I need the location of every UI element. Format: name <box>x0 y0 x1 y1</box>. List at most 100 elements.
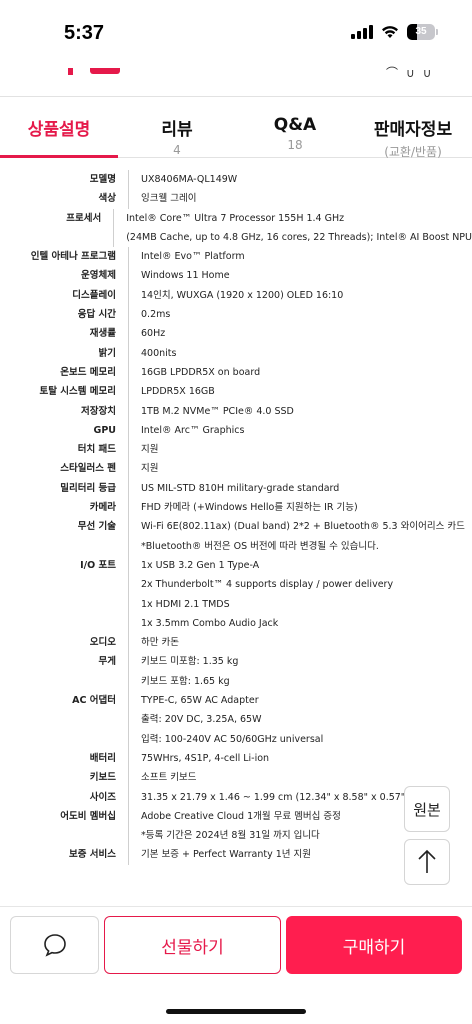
spec-values: 지원 <box>128 440 158 460</box>
spec-values: Wi-Fi 6E(802.11ax) (Dual band) 2*2 + Blu… <box>128 517 465 556</box>
spec-values: LPDDR5X 16GB <box>128 382 215 402</box>
brand-logo <box>68 68 120 75</box>
tab-label: Q&A <box>273 115 317 135</box>
spec-label: 프로세서 <box>66 212 102 224</box>
spec-values: 31.35 x 21.79 x 1.46 ~ 1.99 cm (12.34" x… <box>128 787 449 807</box>
scroll-top-button[interactable] <box>404 839 450 885</box>
spec-value: TYPE-C, 65W AC Adapter <box>141 695 259 707</box>
spec-label: 사이즈 <box>89 791 116 803</box>
spec-row: AC 어댑터 TYPE-C, 65W AC Adapter 출력: 20V DC, … <box>0 691 472 749</box>
spec-values: 60Hz <box>128 324 165 344</box>
battery-icon: 35 <box>407 24 438 40</box>
spec-values: US MIL-STD 810H military-grade standard <box>128 478 340 499</box>
spec-label: 배터리 <box>89 752 116 764</box>
header-remnant: ⌒∪∪ <box>0 62 472 96</box>
spec-values: 1x USB 3.2 Gen 1 Type-A 2x Thunderbolt™ 4… <box>128 555 394 634</box>
spec-value: 소프트 키보드 <box>141 772 197 784</box>
spec-value: US MIL-STD 810H military-grade standard <box>141 482 340 494</box>
chat-button[interactable] <box>10 916 99 974</box>
spec-values: FHD 카메라 (+Windows Hello를 지원하는 IR 기능) <box>128 498 358 518</box>
status-time: 5:37 <box>64 22 105 44</box>
search-icon[interactable]: ⌒ <box>386 66 406 80</box>
spec-label: 오디오 <box>89 637 116 649</box>
spec-values: 키보드 미포함: 1.35 kg 키보드 포함: 1.65 kg <box>128 652 238 692</box>
spec-label: 스타일러스 펜 <box>60 463 116 475</box>
spec-value: 16GB LPDDR5X on board <box>141 366 261 378</box>
spec-label: 색상 <box>98 193 116 205</box>
spec-value: Wi-Fi 6E(802.11ax) (Dual band) 2*2 + Blu… <box>141 521 465 533</box>
cart-icon[interactable]: ∪∪ <box>406 66 440 80</box>
spec-row: 모델명 UX8406MA-QL149W <box>0 170 472 190</box>
spec-row: 사이즈 31.35 x 21.79 x 1.46 ~ 1.99 cm (12.34… <box>0 787 472 807</box>
spec-row: 어도비 멤버십 Adobe Creative Cloud 1개월 무료 멤버십 증… <box>0 806 472 846</box>
spec-values: Intel® Evo™ Platform <box>128 247 245 267</box>
spec-row: 밝기 400nits <box>0 343 472 363</box>
spec-row: GPU Intel® Arc™ Graphics <box>0 420 472 441</box>
tab-description[interactable]: 상품설명 <box>0 97 118 158</box>
spec-value: 잉크웰 그레이 <box>141 193 197 205</box>
spec-label: GPU <box>93 424 116 436</box>
spec-value: Intel® Core™ Ultra 7 Processor 155H 1.4 … <box>126 212 345 224</box>
spec-value: LPDDR5X 16GB <box>141 386 215 398</box>
spec-label: 키보드 <box>89 772 116 784</box>
spec-value: 14인치, WUXGA (1920 x 1200) OLED 16:10 <box>141 289 344 301</box>
tab-label: 리뷰 <box>161 120 193 140</box>
spec-row: 카메라 FHD 카메라 (+Windows Hello를 지원하는 IR 기능) <box>0 498 472 518</box>
spec-value: 75WHrs, 4S1P, 4-cell Li-ion <box>141 752 270 764</box>
spec-value: 기본 보증 + Perfect Warranty 1년 지원 <box>141 849 312 861</box>
spec-value: Intel® Arc™ Graphics <box>141 424 245 436</box>
tab-reviews[interactable]: 리뷰 4 <box>118 97 236 157</box>
spec-values: 기본 보증 + Perfect Warranty 1년 지원 <box>128 845 312 865</box>
chat-bubble-icon <box>43 934 66 957</box>
spec-row: 운영체제 Windows 11 Home <box>0 266 472 286</box>
spec-label: 온보드 메모리 <box>60 366 116 378</box>
header-icons[interactable]: ⌒∪∪ <box>386 64 440 81</box>
spec-row: 밀리터리 등급 US MIL-STD 810H military-grade st… <box>0 478 472 499</box>
tab-qna[interactable]: Q&A 18 <box>236 97 354 157</box>
spec-label: 응답 시간 <box>77 309 116 321</box>
spec-label: 토탈 시스템 메모리 <box>39 386 116 398</box>
spec-value: 1x 3.5mm Combo Audio Jack <box>141 617 279 629</box>
spec-value: 출력: 20V DC, 3.25A, 65W <box>141 714 262 726</box>
spec-row: 무게 키보드 미포함: 1.35 kg 키보드 포함: 1.65 kg <box>0 652 472 692</box>
spec-row: 저장장치 1TB M.2 NVMe™ PCIe® 4.0 SSD <box>0 401 472 421</box>
spec-values: 400nits <box>128 343 176 363</box>
spec-value: 지원 <box>141 463 159 475</box>
spec-label: AC 어댑터 <box>72 695 116 707</box>
spec-value: 31.35 x 21.79 x 1.46 ~ 1.99 cm (12.34" x… <box>141 791 449 803</box>
gift-button[interactable]: 선물하기 <box>104 916 281 974</box>
tab-count: 4 <box>173 143 181 157</box>
spec-value: 0.2ms <box>141 309 171 321</box>
spec-values: Intel® Arc™ Graphics <box>128 420 245 441</box>
spec-row: 키보드 소프트 키보드 <box>0 768 472 788</box>
spec-table: 모델명 UX8406MA-QL149W 색상 잉크웰 그레이프로세서 Intel® Co… <box>0 170 472 865</box>
buy-button[interactable]: 구매하기 <box>286 916 462 974</box>
spec-values: 하만 카돈 <box>128 633 179 653</box>
spec-values: 16GB LPDDR5X on board <box>128 362 261 383</box>
tab-seller-info[interactable]: 판매자정보 (교환/반품) <box>354 97 472 159</box>
spec-label: I/O 포트 <box>80 559 116 571</box>
spec-values: TYPE-C, 65W AC Adapter 출력: 20V DC, 3.25A,… <box>128 691 323 749</box>
spec-row: 응답 시간 0.2ms <box>0 305 472 325</box>
spec-values: 1TB M.2 NVMe™ PCIe® 4.0 SSD <box>128 401 294 421</box>
spec-values: 0.2ms <box>128 305 171 325</box>
spec-row: 디스플레이 14인치, WUXGA (1920 x 1200) OLED 16:1… <box>0 285 472 306</box>
spec-label: 운영체제 <box>81 270 116 282</box>
spec-value: 1x HDMI 2.1 TMDS <box>141 598 230 610</box>
spec-row: 오디오 하만 카돈 <box>0 633 472 653</box>
status-icons: 35 <box>351 24 438 40</box>
spec-value: 2x Thunderbolt™ 4 supports display / pow… <box>141 579 394 591</box>
spec-values: Windows 11 Home <box>128 266 230 286</box>
wifi-icon <box>382 26 398 38</box>
spec-values: 14인치, WUXGA (1920 x 1200) OLED 16:10 <box>128 285 344 306</box>
spec-value: *Bluetooth® 버전은 OS 버전에 따라 변경될 수 있습니다. <box>141 540 379 552</box>
view-original-button[interactable]: 원본 <box>404 786 450 832</box>
spec-row: 색상 잉크웰 그레이 <box>0 189 472 209</box>
spec-values: Adobe Creative Cloud 1개월 무료 멤버십 증정 *등록 기간… <box>128 806 341 846</box>
spec-values: UX8406MA-QL149W <box>128 170 237 190</box>
bottom-action-bar: 선물하기 구매하기 <box>0 906 472 1024</box>
spec-row: 스타일러스 펜 지원 <box>0 459 472 479</box>
spec-label: 재생률 <box>89 328 116 340</box>
cellular-signal-icon <box>351 25 373 39</box>
gift-button-label: 선물하기 <box>161 937 224 958</box>
